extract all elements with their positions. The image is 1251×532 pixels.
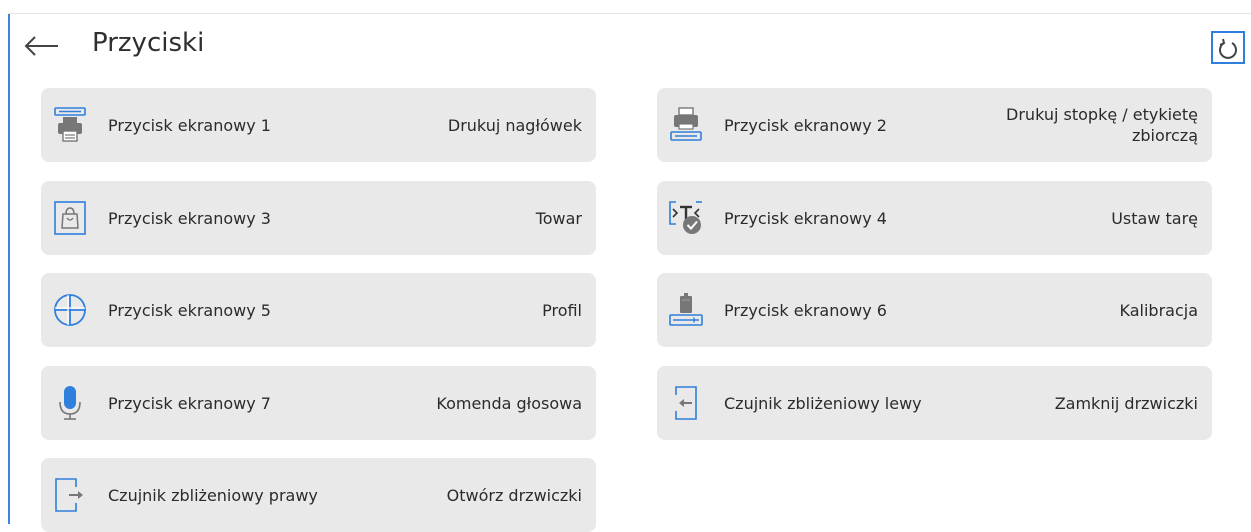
tile-name: Przycisk ekranowy 4 <box>724 208 887 228</box>
tile-value: Otwórz drzwiczki <box>446 485 582 505</box>
tile-screen-button-4[interactable]: Przycisk ekranowy 4 Ustaw tarę <box>657 181 1212 255</box>
tile-name: Czujnik zbliżeniowy prawy <box>108 485 318 505</box>
microphone-icon <box>52 385 88 421</box>
tile-screen-button-5[interactable]: Przycisk ekranowy 5 Profil <box>41 273 596 347</box>
tile-name: Przycisk ekranowy 5 <box>108 300 271 320</box>
close-door-icon <box>668 385 704 421</box>
tile-name: Przycisk ekranowy 7 <box>108 393 271 413</box>
tile-proximity-sensor-left[interactable]: Czujnik zbliżeniowy lewy Zamknij drzwicz… <box>657 366 1212 440</box>
profile-icon <box>52 292 88 328</box>
open-door-icon <box>52 477 88 513</box>
reset-button[interactable] <box>1211 31 1245 64</box>
tile-name: Przycisk ekranowy 6 <box>724 300 887 320</box>
tile-proximity-sensor-right[interactable]: Czujnik zbliżeniowy prawy Otwórz drzwicz… <box>41 458 596 532</box>
back-button[interactable] <box>22 33 62 59</box>
tile-value: Drukuj nagłówek <box>447 115 582 135</box>
tile-name: Przycisk ekranowy 2 <box>724 115 887 135</box>
print-header-icon <box>52 107 88 143</box>
tile-screen-button-6[interactable]: Przycisk ekranowy 6 Kalibracja <box>657 273 1212 347</box>
tile-name: Czujnik zbliżeniowy lewy <box>724 393 922 413</box>
tile-screen-button-7[interactable]: Przycisk ekranowy 7 Komenda głosowa <box>41 366 596 440</box>
calibration-weight-icon <box>668 292 704 328</box>
tile-value: Zamknij drzwiczki <box>1054 393 1198 413</box>
tile-name: Przycisk ekranowy 1 <box>108 115 271 135</box>
tile-value: Ustaw tarę <box>1111 208 1198 228</box>
product-bag-icon <box>52 200 88 236</box>
header-divider <box>8 13 1251 14</box>
tile-value: Drukuj stopkę / etykietę zbiorczą <box>1006 105 1198 145</box>
page-title: Przyciski <box>92 28 205 58</box>
tile-name: Przycisk ekranowy 3 <box>108 208 271 228</box>
refresh-icon <box>1219 38 1237 59</box>
tile-screen-button-2[interactable]: Przycisk ekranowy 2 Drukuj stopkę / etyk… <box>657 88 1212 162</box>
tile-value: Towar <box>535 208 582 228</box>
arrow-left-icon <box>24 36 58 56</box>
tare-icon <box>668 200 704 236</box>
tile-screen-button-3[interactable]: Przycisk ekranowy 3 Towar <box>41 181 596 255</box>
tile-value: Profil <box>542 300 582 320</box>
print-footer-icon <box>668 107 704 143</box>
left-accent-bar <box>8 14 10 524</box>
tile-value: Komenda głosowa <box>436 393 582 413</box>
tile-screen-button-1[interactable]: Przycisk ekranowy 1 Drukuj nagłówek <box>41 88 596 162</box>
tile-value: Kalibracja <box>1119 300 1199 320</box>
